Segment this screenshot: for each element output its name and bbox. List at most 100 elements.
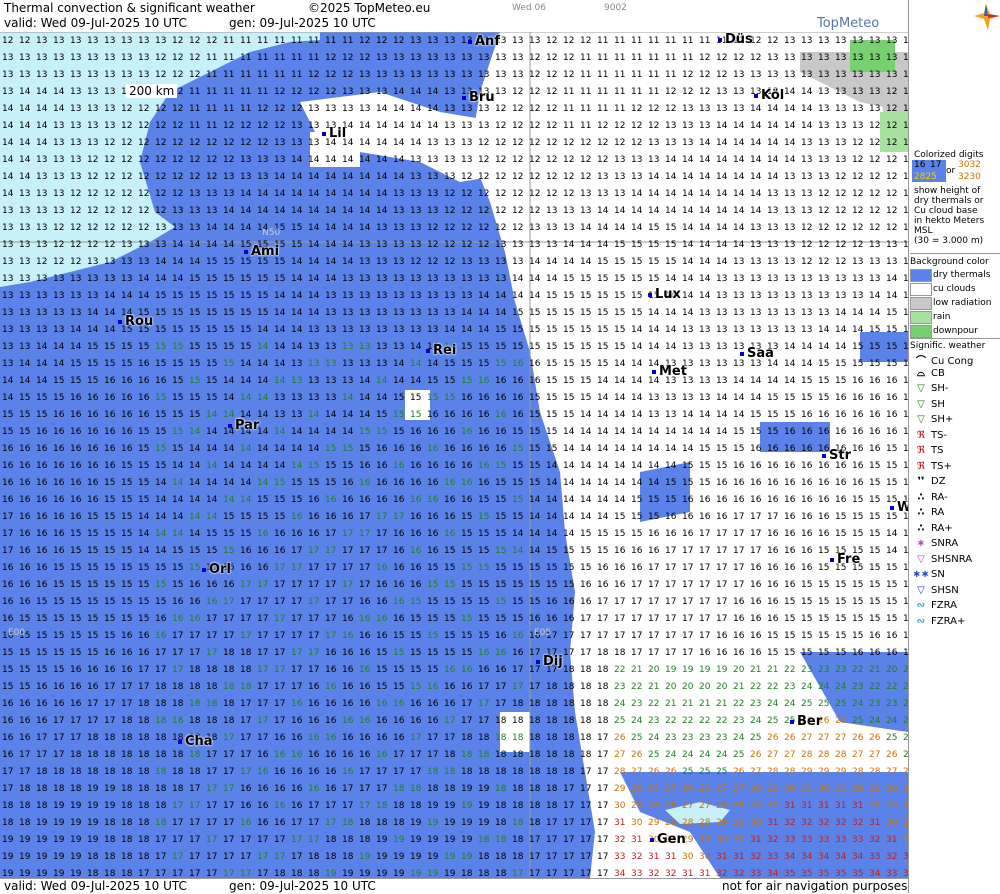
grid-value: 17 <box>274 597 286 607</box>
grid-value: 12 <box>495 189 507 199</box>
grid-value: 17 <box>104 699 116 709</box>
grid-value: 19 <box>682 665 694 675</box>
grid-value: 15 <box>206 376 218 386</box>
grid-value: 12 <box>546 70 558 80</box>
grid-value: 17 <box>206 614 218 624</box>
city-label-ami: Ami <box>244 244 279 259</box>
map-area[interactable]: 12 12 13 13 13 13 13 13 13 13 12 12 12 11 11 11 11 11 11 11… <box>0 32 908 878</box>
grid-value: 14 <box>393 359 405 369</box>
grid-value: 19 <box>2 869 14 878</box>
legend-desc-line: dry thermals or <box>914 196 984 206</box>
grid-value: 16 <box>376 461 388 471</box>
grid-value: 17 <box>529 852 541 862</box>
weather-symbol-icon: ⌒ <box>916 356 926 367</box>
dry-patch-ne <box>860 332 908 362</box>
grid-value: 16 <box>53 546 65 556</box>
grid-label-n50: N50 <box>262 228 281 238</box>
grid-value: 17 <box>189 852 201 862</box>
grid-value: 16 <box>376 580 388 590</box>
grid-value: 16 <box>478 376 490 386</box>
grid-value: 14 <box>427 359 439 369</box>
grid-value: 32 <box>665 869 677 878</box>
grid-value: 14 <box>308 223 320 233</box>
grid-value: 18 <box>563 767 575 777</box>
grid-value: 35 <box>852 869 864 878</box>
grid-value: 15 <box>750 410 762 420</box>
grid-value: 16 <box>614 546 626 556</box>
grid-value: 11 <box>189 87 201 97</box>
grid-value: 17 <box>308 665 320 675</box>
grid-value: 17 <box>223 733 235 743</box>
grid-value: 13 <box>835 138 847 148</box>
grid-value: 16 <box>342 716 354 726</box>
legend-weather-item: ❜❜ DZ <box>911 476 946 492</box>
grid-value: 16 <box>70 427 82 437</box>
grid-value: 13 <box>818 274 830 284</box>
grid-value: 16 <box>104 444 116 454</box>
grid-value: 15 <box>580 563 592 573</box>
grid-value: 22 <box>682 716 694 726</box>
grid-value: 16 <box>444 427 456 437</box>
grid-value: 24 <box>801 682 813 692</box>
grid-value: 18 <box>138 699 150 709</box>
grid-value: 15 <box>410 614 422 624</box>
grid-value: 12 <box>138 189 150 199</box>
grid-value: 15 <box>138 342 150 352</box>
grid-value: 15 <box>869 478 881 488</box>
grid-value: 12 <box>648 121 660 131</box>
grid-value: 16 <box>682 512 694 522</box>
grid-value: 15 <box>274 274 286 284</box>
grid-value: 14 <box>172 478 184 488</box>
grid-value: 14 <box>393 104 405 114</box>
grid-value: 16 <box>274 733 286 743</box>
grid-value: 13 <box>784 70 796 80</box>
grid-value: 17 <box>308 614 320 624</box>
city-label-köl: Köl <box>754 88 784 103</box>
grid-value: 14 <box>546 478 558 488</box>
grid-value: 30 <box>784 784 796 794</box>
grid-value: 16 <box>529 359 541 369</box>
grid-value: 15 <box>36 597 48 607</box>
grid-value: 16 <box>750 614 762 624</box>
grid-value: 14 <box>19 121 31 131</box>
grid-value: 13 <box>36 36 48 46</box>
grid-value: 16 <box>410 512 422 522</box>
grid-value: 17 <box>563 852 575 862</box>
grid-value: 15 <box>206 274 218 284</box>
grid-value: 15 <box>835 512 847 522</box>
grid-value: 16 <box>427 546 439 556</box>
grid-value: 12 <box>172 36 184 46</box>
grid-value: 18 <box>2 801 14 811</box>
grid-value: 13 <box>2 87 14 97</box>
grid-value: 14 <box>274 206 286 216</box>
grid-value: 19 <box>36 818 48 828</box>
grid-value: 13 <box>648 393 660 403</box>
grid-value: 12 <box>886 206 898 216</box>
grid-value: 17 <box>325 818 337 828</box>
grid-value: 14 <box>359 410 371 420</box>
grid-value: 11 <box>631 53 643 63</box>
grid-value: 16 <box>325 733 337 743</box>
grid-value: 18 <box>138 852 150 862</box>
grid-value: 13 <box>767 206 779 216</box>
grid-value: 17 <box>325 580 337 590</box>
grid-value: 14 <box>138 291 150 301</box>
grid-value: 15 <box>886 359 898 369</box>
grid-value: 15 <box>19 410 31 420</box>
grid-value: 18 <box>104 852 116 862</box>
grid-value: 16 <box>325 750 337 760</box>
grid-value: 12 <box>223 155 235 165</box>
grid-value: 13 <box>240 155 252 165</box>
grid-value: 21 <box>631 665 643 675</box>
grid-value: 28 <box>767 767 779 777</box>
grid-value: 33 <box>869 852 881 862</box>
grid-value: 33 <box>784 835 796 845</box>
grid-value: 16 <box>869 393 881 403</box>
grid-value: 31 <box>750 835 762 845</box>
grid-value: 22 <box>648 699 660 709</box>
grid-value: 13 <box>869 53 881 63</box>
grid-value: 15 <box>206 393 218 403</box>
grid-value: 14 <box>342 206 354 216</box>
grid-value: 12 <box>121 121 133 131</box>
grid-value: 14 <box>172 274 184 284</box>
